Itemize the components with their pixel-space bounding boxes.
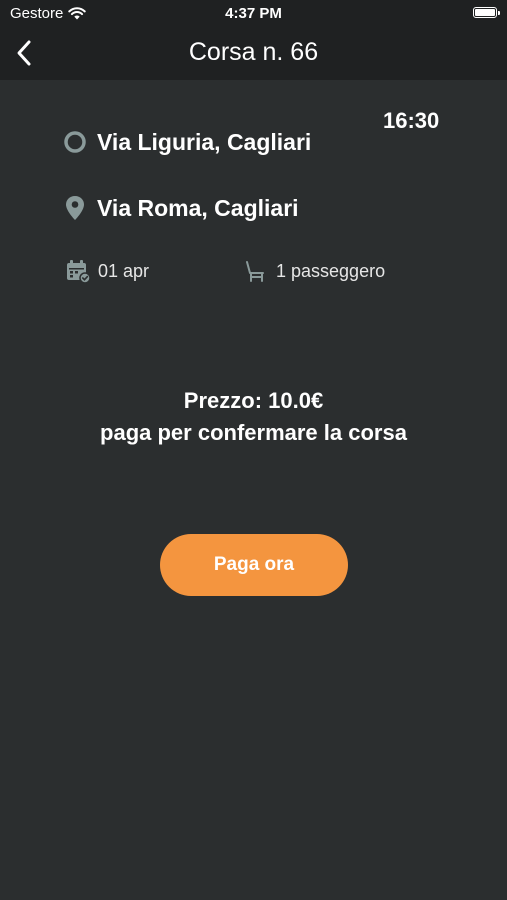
- status-bar: Gestore 4:37 PM: [0, 0, 507, 28]
- ride-date: 01 apr: [98, 260, 150, 281]
- price-block: Prezzo: 10.0€ paga per confermare la cor…: [0, 385, 507, 449]
- pay-now-button[interactable]: Paga ora: [160, 534, 348, 596]
- destination-address: Via Roma, Cagliari: [97, 194, 299, 221]
- passenger-count: 1 passeggero: [276, 260, 386, 281]
- battery-icon: [473, 7, 500, 18]
- origin-address: Via Liguria, Cagliari: [97, 128, 312, 155]
- passengers-info: 1 passeggero: [244, 258, 385, 284]
- payment-instruction: paga per confermare la corsa: [100, 420, 407, 445]
- destination-pin-icon: [66, 196, 84, 220]
- date-info: 01 apr: [65, 258, 149, 284]
- pay-now-label: Paga ora: [213, 554, 295, 575]
- navigation-bar: Corsa n. 66: [0, 28, 507, 80]
- origin-row: Via Liguria, Cagliari: [63, 128, 311, 156]
- page-title: Corsa n. 66: [188, 38, 319, 66]
- origin-circle-icon: [64, 131, 86, 153]
- status-time: 4:37 PM: [225, 5, 282, 22]
- seat-icon: [246, 261, 264, 282]
- price-text: Prezzo: 10.0€: [183, 388, 324, 413]
- destination-row: Via Roma, Cagliari: [63, 194, 299, 222]
- departure-time: 16:30: [383, 108, 440, 133]
- battery-level: [475, 9, 495, 16]
- calendar-icon: [67, 260, 91, 284]
